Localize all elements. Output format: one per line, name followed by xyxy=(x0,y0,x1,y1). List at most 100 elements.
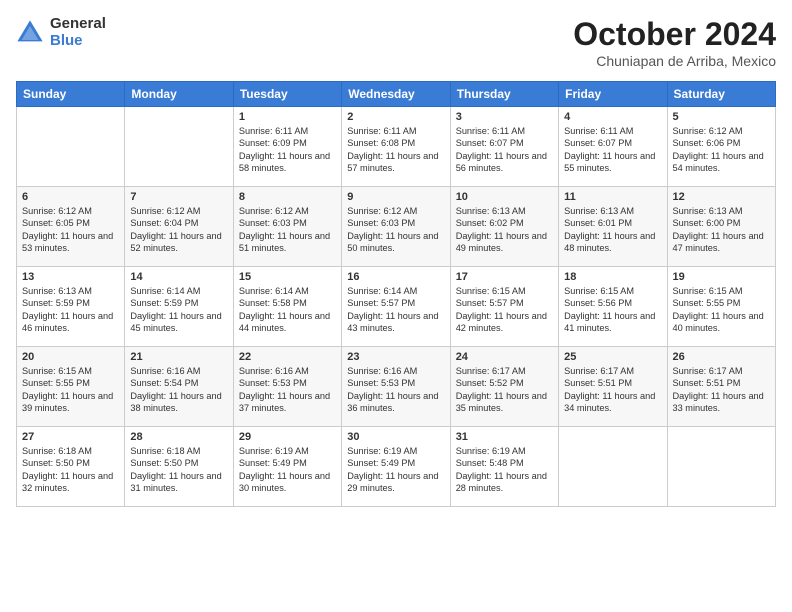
calendar-cell: 2 Sunrise: 6:11 AMSunset: 6:08 PMDaylight… xyxy=(342,107,450,187)
calendar-table: SundayMondayTuesdayWednesdayThursdayFrid… xyxy=(16,81,776,507)
day-info: Sunrise: 6:11 AMSunset: 6:07 PMDaylight:… xyxy=(456,125,553,175)
weekday-header: Monday xyxy=(125,82,233,107)
calendar-cell: 12 Sunrise: 6:13 AMSunset: 6:00 PMDayligh… xyxy=(667,187,775,267)
day-info: Sunrise: 6:12 AMSunset: 6:06 PMDaylight:… xyxy=(673,125,770,175)
day-number: 25 xyxy=(564,351,661,363)
day-number: 8 xyxy=(239,191,336,203)
day-number: 9 xyxy=(347,191,444,203)
calendar-cell: 31Sunrise: 6:19 AMSunset: 5:48 PMDayligh… xyxy=(450,427,558,507)
day-info: Sunrise: 6:16 AMSunset: 5:54 PMDaylight:… xyxy=(130,365,227,415)
day-number: 20 xyxy=(22,351,119,363)
day-number: 23 xyxy=(347,351,444,363)
day-info: Sunrise: 6:14 AMSunset: 5:59 PMDaylight:… xyxy=(130,285,227,335)
calendar-cell: 5 Sunrise: 6:12 AMSunset: 6:06 PMDaylight… xyxy=(667,107,775,187)
calendar-cell: 14 Sunrise: 6:14 AMSunset: 5:59 PMDayligh… xyxy=(125,267,233,347)
logo-general: General xyxy=(50,16,106,33)
day-number: 24 xyxy=(456,351,553,363)
day-number: 13 xyxy=(22,271,119,283)
calendar-cell: 10 Sunrise: 6:13 AMSunset: 6:02 PMDayligh… xyxy=(450,187,558,267)
day-info: Sunrise: 6:19 AMSunset: 5:49 PMDaylight:… xyxy=(347,445,444,495)
calendar-cell: 16 Sunrise: 6:14 AMSunset: 5:57 PMDayligh… xyxy=(342,267,450,347)
day-info: Sunrise: 6:19 AMSunset: 5:49 PMDaylight:… xyxy=(239,445,336,495)
day-number: 14 xyxy=(130,271,227,283)
day-number: 18 xyxy=(564,271,661,283)
day-number: 22 xyxy=(239,351,336,363)
day-info: Sunrise: 6:17 AMSunset: 5:51 PMDaylight:… xyxy=(673,365,770,415)
day-info: Sunrise: 6:16 AMSunset: 5:53 PMDaylight:… xyxy=(239,365,336,415)
calendar-cell xyxy=(559,427,667,507)
day-number: 31 xyxy=(456,431,553,443)
day-info: Sunrise: 6:11 AMSunset: 6:08 PMDaylight:… xyxy=(347,125,444,175)
calendar-cell xyxy=(17,107,125,187)
day-number: 21 xyxy=(130,351,227,363)
day-info: Sunrise: 6:12 AMSunset: 6:05 PMDaylight:… xyxy=(22,205,119,255)
calendar-cell: 3 Sunrise: 6:11 AMSunset: 6:07 PMDaylight… xyxy=(450,107,558,187)
month-title: October 2024 xyxy=(573,16,776,53)
title-block: October 2024 Chuniapan de Arriba, Mexico xyxy=(573,16,776,69)
calendar-cell: 4 Sunrise: 6:11 AMSunset: 6:07 PMDaylight… xyxy=(559,107,667,187)
weekday-header: Sunday xyxy=(17,82,125,107)
day-number: 30 xyxy=(347,431,444,443)
day-info: Sunrise: 6:14 AMSunset: 5:57 PMDaylight:… xyxy=(347,285,444,335)
calendar-week-row: 6Sunrise: 6:12 AMSunset: 6:05 PMDaylight… xyxy=(17,187,776,267)
calendar-cell: 15Sunrise: 6:14 AMSunset: 5:58 PMDayligh… xyxy=(233,267,341,347)
day-number: 3 xyxy=(456,111,553,123)
calendar-cell: 25 Sunrise: 6:17 AMSunset: 5:51 PMDayligh… xyxy=(559,347,667,427)
calendar-cell: 13 Sunrise: 6:13 AMSunset: 5:59 PMDayligh… xyxy=(17,267,125,347)
day-info: Sunrise: 6:11 AMSunset: 6:09 PMDaylight:… xyxy=(239,125,336,175)
day-info: Sunrise: 6:12 AMSunset: 6:03 PMDaylight:… xyxy=(347,205,444,255)
day-number: 12 xyxy=(673,191,770,203)
day-number: 10 xyxy=(456,191,553,203)
day-info: Sunrise: 6:15 AMSunset: 5:57 PMDaylight:… xyxy=(456,285,553,335)
day-info: Sunrise: 6:15 AMSunset: 5:55 PMDaylight:… xyxy=(22,365,119,415)
calendar-cell: 21 Sunrise: 6:16 AMSunset: 5:54 PMDayligh… xyxy=(125,347,233,427)
day-number: 17 xyxy=(456,271,553,283)
calendar-cell: 20 Sunrise: 6:15 AMSunset: 5:55 PMDayligh… xyxy=(17,347,125,427)
calendar-cell: 19Sunrise: 6:15 AMSunset: 5:55 PMDayligh… xyxy=(667,267,775,347)
weekday-header: Wednesday xyxy=(342,82,450,107)
day-number: 27 xyxy=(22,431,119,443)
calendar-cell: 23Sunrise: 6:16 AMSunset: 5:53 PMDayligh… xyxy=(342,347,450,427)
weekday-header: Thursday xyxy=(450,82,558,107)
day-info: Sunrise: 6:17 AMSunset: 5:52 PMDaylight:… xyxy=(456,365,553,415)
day-number: 1 xyxy=(239,111,336,123)
page-header: General Blue October 2024 Chuniapan de A… xyxy=(16,16,776,69)
day-number: 5 xyxy=(673,111,770,123)
calendar-cell: 1 Sunrise: 6:11 AMSunset: 6:09 PMDaylight… xyxy=(233,107,341,187)
day-info: Sunrise: 6:11 AMSunset: 6:07 PMDaylight:… xyxy=(564,125,661,175)
day-info: Sunrise: 6:12 AMSunset: 6:04 PMDaylight:… xyxy=(130,205,227,255)
day-info: Sunrise: 6:15 AMSunset: 5:55 PMDaylight:… xyxy=(673,285,770,335)
day-info: Sunrise: 6:13 AMSunset: 6:02 PMDaylight:… xyxy=(456,205,553,255)
logo-icon xyxy=(16,19,44,47)
calendar-cell: 7Sunrise: 6:12 AMSunset: 6:04 PMDaylight… xyxy=(125,187,233,267)
day-info: Sunrise: 6:18 AMSunset: 5:50 PMDaylight:… xyxy=(130,445,227,495)
calendar-week-row: 13 Sunrise: 6:13 AMSunset: 5:59 PMDayligh… xyxy=(17,267,776,347)
calendar-cell: 24 Sunrise: 6:17 AMSunset: 5:52 PMDayligh… xyxy=(450,347,558,427)
calendar-cell: 18 Sunrise: 6:15 AMSunset: 5:56 PMDayligh… xyxy=(559,267,667,347)
calendar-cell: 11Sunrise: 6:13 AMSunset: 6:01 PMDayligh… xyxy=(559,187,667,267)
day-number: 2 xyxy=(347,111,444,123)
day-info: Sunrise: 6:13 AMSunset: 6:00 PMDaylight:… xyxy=(673,205,770,255)
day-number: 11 xyxy=(564,191,661,203)
day-number: 16 xyxy=(347,271,444,283)
calendar-cell: 22 Sunrise: 6:16 AMSunset: 5:53 PMDayligh… xyxy=(233,347,341,427)
day-number: 4 xyxy=(564,111,661,123)
calendar-cell xyxy=(125,107,233,187)
weekday-header: Friday xyxy=(559,82,667,107)
calendar-cell: 26Sunrise: 6:17 AMSunset: 5:51 PMDayligh… xyxy=(667,347,775,427)
calendar-cell xyxy=(667,427,775,507)
calendar-week-row: 1 Sunrise: 6:11 AMSunset: 6:09 PMDaylight… xyxy=(17,107,776,187)
calendar-cell: 6Sunrise: 6:12 AMSunset: 6:05 PMDaylight… xyxy=(17,187,125,267)
day-number: 29 xyxy=(239,431,336,443)
logo-blue: Blue xyxy=(50,33,106,50)
calendar-week-row: 27 Sunrise: 6:18 AMSunset: 5:50 PMDayligh… xyxy=(17,427,776,507)
calendar-week-row: 20 Sunrise: 6:15 AMSunset: 5:55 PMDayligh… xyxy=(17,347,776,427)
day-info: Sunrise: 6:13 AMSunset: 5:59 PMDaylight:… xyxy=(22,285,119,335)
day-info: Sunrise: 6:17 AMSunset: 5:51 PMDaylight:… xyxy=(564,365,661,415)
calendar-cell: 9 Sunrise: 6:12 AMSunset: 6:03 PMDaylight… xyxy=(342,187,450,267)
weekday-header-row: SundayMondayTuesdayWednesdayThursdayFrid… xyxy=(17,82,776,107)
logo-text: General Blue xyxy=(50,16,106,49)
day-info: Sunrise: 6:15 AMSunset: 5:56 PMDaylight:… xyxy=(564,285,661,335)
day-number: 28 xyxy=(130,431,227,443)
calendar-cell: 8Sunrise: 6:12 AMSunset: 6:03 PMDaylight… xyxy=(233,187,341,267)
